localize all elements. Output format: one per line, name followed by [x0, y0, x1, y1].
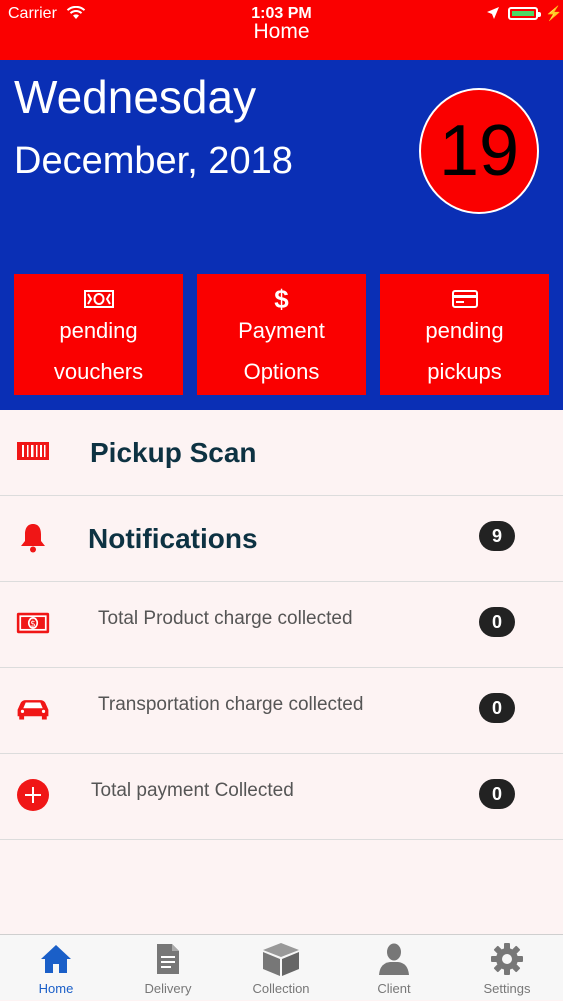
tab-label: Settings [483, 981, 531, 996]
notifications-count-badge: 9 [479, 521, 515, 551]
row-label: Total payment Collected [91, 780, 294, 801]
box-icon [225, 941, 337, 977]
payment-options-button[interactable]: $ Payment Options [197, 274, 366, 395]
status-bar: Carrier 1:03 PM ⚡ Home [0, 0, 563, 60]
car-icon [16, 692, 50, 726]
day-label: Wednesday [14, 71, 257, 123]
battery-icon [508, 7, 541, 20]
dollar-icon: $ [274, 284, 289, 314]
total-payment-badge: 0 [479, 779, 515, 809]
home-icon [0, 941, 112, 977]
tab-label: Delivery [144, 981, 192, 996]
product-charge-row[interactable]: $ Total Product charge collected 0 [0, 582, 563, 668]
pickup-scan-row[interactable]: Pickup Scan [0, 410, 563, 496]
tab-label: Collection [252, 981, 310, 996]
total-payment-row[interactable]: Total payment Collected 0 [0, 754, 563, 840]
barcode-icon [16, 434, 50, 468]
money-icon: $ [16, 606, 50, 640]
pending-pickups-button[interactable]: pending pickups [380, 274, 549, 395]
tile-label-line2: vouchers [53, 359, 144, 384]
row-label: Transportation charge collected [98, 694, 364, 715]
document-icon [112, 941, 224, 977]
money-icon [14, 288, 183, 310]
card-icon [380, 288, 549, 310]
date-header: Wednesday December, 2018 19 pending vouc… [0, 60, 563, 410]
tab-bar: Home Delivery Collection Client Settings [0, 934, 563, 1000]
tab-settings[interactable]: Settings [451, 935, 563, 1001]
date-badge: 19 [419, 88, 539, 214]
tile-label-line1: pending [59, 318, 138, 343]
month-year-label: December, 2018 [14, 140, 293, 182]
transportation-charge-row[interactable]: Transportation charge collected 0 [0, 668, 563, 754]
tile-label-line2: Options [243, 359, 320, 384]
tile-label-line2: pickups [427, 359, 502, 384]
tab-client[interactable]: Client [338, 935, 450, 1001]
svg-text:$: $ [30, 619, 35, 629]
bell-icon [16, 520, 50, 554]
gear-icon [451, 941, 563, 977]
product-charge-badge: 0 [479, 607, 515, 637]
transportation-charge-badge: 0 [479, 693, 515, 723]
row-label: Total Product charge collected [98, 608, 353, 629]
tile-label-line1: Payment [238, 318, 325, 343]
tab-home[interactable]: Home [0, 935, 112, 1001]
tab-delivery[interactable]: Delivery [112, 935, 224, 1001]
tab-collection[interactable]: Collection [225, 935, 337, 1001]
date-number: 19 [438, 111, 520, 191]
row-label: Notifications [88, 523, 258, 554]
row-label: Pickup Scan [90, 437, 257, 468]
tab-label: Home [38, 981, 74, 996]
plus-icon [16, 778, 50, 812]
page-title: Home [253, 20, 310, 43]
person-icon [338, 941, 450, 977]
notifications-row[interactable]: Notifications 9 [0, 496, 563, 582]
tile-label-line1: pending [425, 318, 504, 343]
pending-vouchers-button[interactable]: pending vouchers [14, 274, 183, 395]
tab-label: Client [377, 981, 411, 996]
